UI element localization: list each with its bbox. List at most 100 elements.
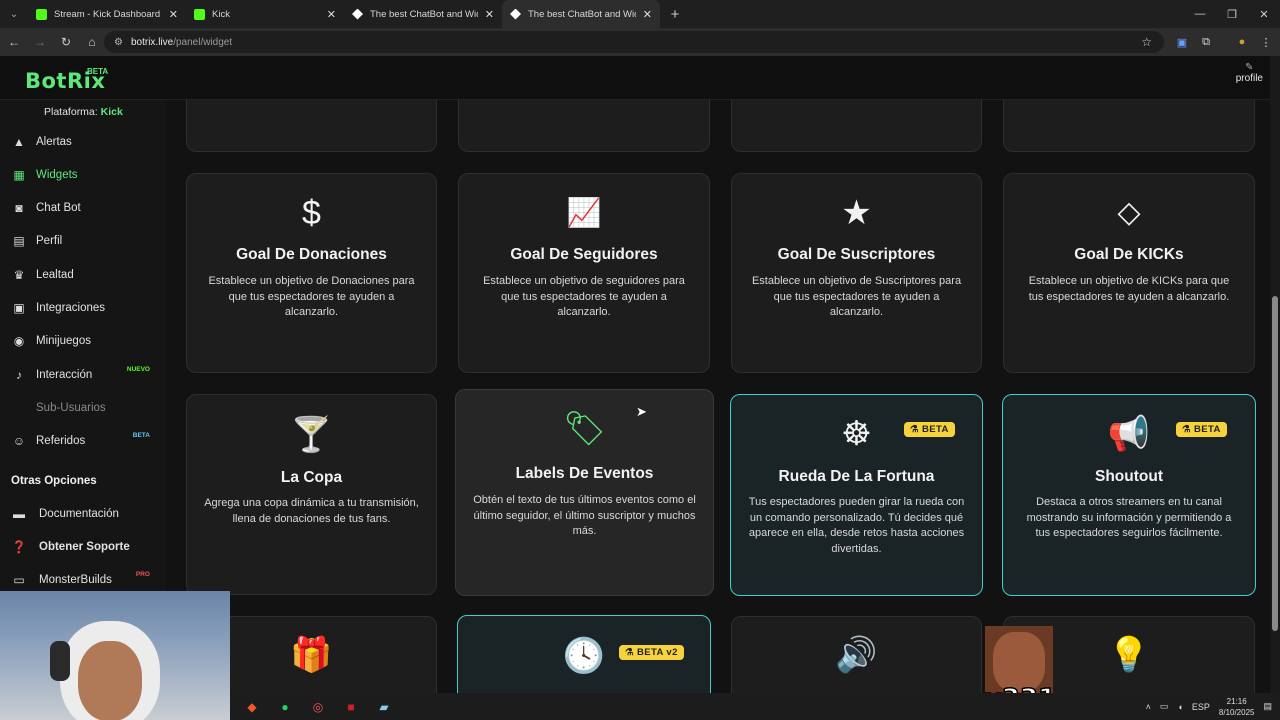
page-scrollbar[interactable] bbox=[1270, 56, 1280, 720]
widget-title: Shoutout bbox=[1094, 468, 1163, 485]
sidebar-item-label: MonsterBuilds bbox=[39, 574, 112, 586]
widget-card[interactable] bbox=[1003, 100, 1255, 152]
widget-title: Goal De Suscriptores bbox=[777, 246, 936, 263]
music-icon: ♪ bbox=[16, 368, 22, 382]
widget-card[interactable] bbox=[186, 100, 437, 152]
gem-icon: ◇ bbox=[1117, 196, 1141, 229]
widget-card[interactable] bbox=[458, 100, 710, 152]
widget-card-labels-eventos[interactable]: 🏷 Labels De Eventos Obtén el texto de tu… bbox=[455, 389, 714, 596]
new-tab-button[interactable]: + bbox=[664, 3, 686, 25]
chevron-up-icon[interactable]: ˄ bbox=[1146, 702, 1151, 712]
sidebar-item-label: Widgets bbox=[36, 169, 78, 181]
sidebar-item-obtener-soporte[interactable]: ❓ Obtener Soporte bbox=[10, 536, 160, 558]
referral-icon: ☺ bbox=[12, 434, 26, 448]
sidebar-item-lealtad[interactable]: ♛ Lealtad bbox=[10, 264, 160, 286]
widget-card-la-copa[interactable]: 🍸 La Copa Agrega una copa dinámica a tu … bbox=[186, 394, 437, 595]
app-header: BotRix BETA ✎ profile bbox=[0, 56, 1270, 100]
notepad-icon[interactable]: ▰ bbox=[373, 696, 395, 718]
logo-beta-badge: BETA bbox=[87, 67, 109, 76]
sidebar-item-referidos[interactable]: ☺ Referidos BETA bbox=[10, 430, 160, 452]
sidebar-item-monsterbuilds[interactable]: ▭ MonsterBuilds PRO bbox=[10, 569, 160, 591]
star-icon: ★ bbox=[841, 194, 872, 232]
clock-date: 8/10/2025 bbox=[1218, 707, 1255, 717]
site-info-icon[interactable]: ⚙ bbox=[114, 37, 123, 48]
close-tab-icon[interactable]: ✕ bbox=[327, 8, 336, 21]
app-icon[interactable]: ◎ bbox=[307, 696, 329, 718]
translate-icon[interactable]: ▣ bbox=[1173, 33, 1191, 51]
extensions-icon[interactable]: ⧉ bbox=[1197, 33, 1215, 51]
menu-dots-icon[interactable]: ⋮ bbox=[1257, 33, 1275, 51]
url-path: /panel/widget bbox=[173, 36, 233, 48]
profile-avatar-icon[interactable]: ● bbox=[1233, 33, 1251, 51]
widget-description: Establece un objetivo de KICKs para que … bbox=[1028, 275, 1230, 303]
sidebar-item-interaccion[interactable]: ♪ Interacción NUEVO bbox=[10, 364, 160, 386]
tags-icon: 🏷 bbox=[562, 410, 607, 448]
tab-search-icon[interactable]: ⌄ bbox=[0, 0, 28, 28]
sidebar-item-widgets[interactable]: ▦ Widgets bbox=[10, 164, 160, 186]
widget-card[interactable] bbox=[731, 100, 982, 152]
browser-toolbar: ← → ↻ ⌂ ⚙ botrix.live/panel/widget ☆ ▣ ⧉… bbox=[0, 28, 1280, 56]
back-icon[interactable]: ← bbox=[2, 30, 26, 54]
widget-card-goal-seguidores[interactable]: 📈 Goal De Seguidores Establece un objeti… bbox=[458, 173, 710, 373]
widget-description: Agrega una copa dinámica a tu transmisió… bbox=[204, 497, 419, 525]
browser-tab-active[interactable]: The best ChatBot and Widgets ✕ bbox=[502, 0, 660, 28]
forward-icon[interactable]: → bbox=[28, 30, 52, 54]
widget-card-goal-donaciones[interactable]: $ Goal De Donaciones Establece un objeti… bbox=[186, 173, 437, 373]
gamepad-icon: ◉ bbox=[13, 334, 25, 348]
profile-button[interactable]: ✎ profile bbox=[1236, 62, 1263, 84]
bookmark-star-icon[interactable]: ☆ bbox=[1141, 35, 1152, 49]
widget-title: Labels De Eventos bbox=[515, 465, 654, 482]
network-icon[interactable]: ▭ bbox=[1160, 701, 1169, 712]
dota-icon[interactable]: ■ bbox=[340, 696, 362, 718]
sidebar-item-sub-usuarios[interactable]: Sub-Usuarios bbox=[10, 397, 160, 419]
close-tab-icon[interactable]: ✕ bbox=[643, 8, 652, 21]
platform-indicator: Plataforma: Kick bbox=[44, 106, 123, 118]
home-icon[interactable]: ⌂ bbox=[80, 30, 104, 54]
sidebar-item-perfil[interactable]: ▤ Perfil bbox=[10, 230, 160, 252]
language-indicator[interactable]: ESP bbox=[1192, 702, 1210, 712]
sidebar-item-label: Perfil bbox=[36, 235, 63, 247]
tab-title: Kick bbox=[212, 8, 230, 20]
browser-tab[interactable]: Stream - Kick Dashboard ✕ bbox=[28, 0, 186, 28]
widget-title: Rueda De La Fortuna bbox=[778, 468, 935, 485]
speaker-icon[interactable]: ◖ bbox=[1177, 702, 1182, 712]
widget-card-goal-suscriptores[interactable]: ★ Goal De Suscriptores Establece un obje… bbox=[731, 173, 982, 373]
browser-tab[interactable]: The best ChatBot and Widgets ✕ bbox=[344, 0, 502, 28]
beta-badge: ⚗ BETA bbox=[1176, 422, 1227, 437]
platform-value: Kick bbox=[100, 106, 123, 118]
widget-card-goal-kicks[interactable]: ◇ Goal De KICKs Establece un objetivo de… bbox=[1003, 173, 1255, 373]
botrix-icon bbox=[352, 8, 363, 20]
restore-icon[interactable]: ❐ bbox=[1216, 0, 1248, 28]
sidebar-item-label: Documentación bbox=[39, 508, 119, 520]
close-tab-icon[interactable]: ✕ bbox=[485, 8, 494, 21]
scrollbar-thumb[interactable] bbox=[1272, 296, 1278, 631]
widget-card-rueda-fortuna[interactable]: ☸ ⚗ BETA Rueda De La Fortuna Tus especta… bbox=[730, 394, 983, 596]
minimize-icon[interactable]: — bbox=[1184, 0, 1216, 28]
spotify-icon[interactable]: ● bbox=[274, 696, 296, 718]
widget-description: Obtén el texto de tus últimos eventos co… bbox=[473, 494, 696, 537]
notifications-icon[interactable]: ▤ bbox=[1263, 701, 1272, 712]
sidebar-item-alertas[interactable]: ▲ Alertas bbox=[10, 131, 160, 153]
sidebar-item-documentacion[interactable]: ▬ Documentación bbox=[10, 503, 160, 525]
cocktail-icon: 🍸 bbox=[290, 416, 333, 454]
reload-icon[interactable]: ↻ bbox=[54, 30, 78, 54]
close-tab-icon[interactable]: ✕ bbox=[169, 8, 178, 21]
widget-card-shoutout[interactable]: 📢 ⚗ BETA Shoutout Destaca a otros stream… bbox=[1002, 394, 1256, 596]
pro-badge: PRO bbox=[135, 571, 150, 578]
profile-image-icon: ✎ bbox=[1245, 62, 1254, 73]
sidebar-item-integraciones[interactable]: ▣ Integraciones bbox=[10, 297, 160, 319]
clock-time: 21:16 bbox=[1226, 696, 1247, 706]
address-bar[interactable]: ⚙ botrix.live/panel/widget ☆ bbox=[104, 31, 1164, 53]
sidebar-item-chat-bot[interactable]: ◙ Chat Bot bbox=[10, 197, 160, 219]
browser-tab[interactable]: Kick ✕ bbox=[186, 0, 344, 28]
brave-browser-icon[interactable]: ◆ bbox=[241, 696, 263, 718]
dollar-icon: $ bbox=[302, 194, 321, 232]
beta-v2-badge: ⚗ BETA v2 bbox=[619, 645, 684, 660]
widget-description: Establece un objetivo de seguidores para… bbox=[483, 275, 685, 318]
widget-description: Establece un objetivo de Suscriptores pa… bbox=[751, 275, 962, 318]
sidebar-item-label: Lealtad bbox=[36, 269, 74, 281]
chart-line-icon: 📈 bbox=[566, 197, 602, 228]
close-window-icon[interactable]: ✕ bbox=[1248, 0, 1280, 28]
clock[interactable]: 21:16 8/10/2025 bbox=[1219, 696, 1255, 718]
sidebar-item-minijuegos[interactable]: ◉ Minijuegos bbox=[10, 330, 160, 352]
